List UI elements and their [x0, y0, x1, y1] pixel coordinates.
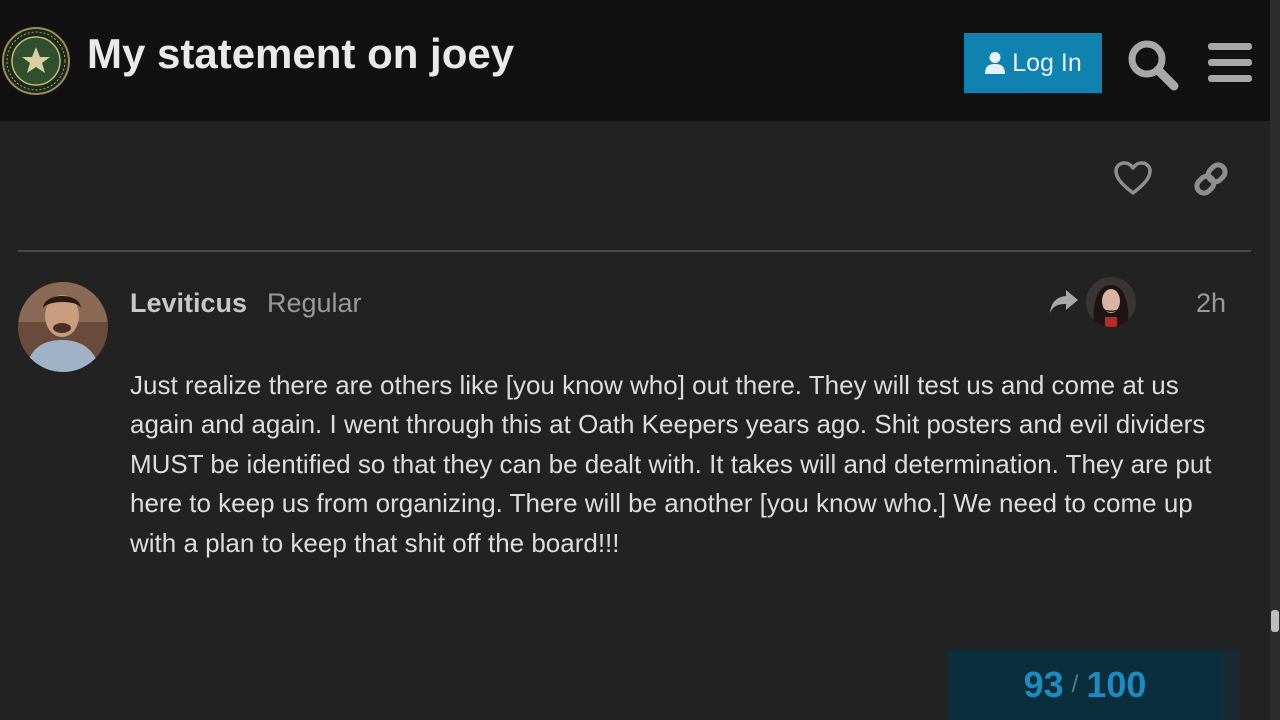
hamburger-menu-button[interactable]: [1206, 41, 1254, 85]
search-button[interactable]: [1124, 36, 1180, 92]
reply-arrow-icon: [1050, 290, 1078, 313]
like-button[interactable]: [1112, 158, 1154, 200]
user-icon: [985, 52, 1006, 74]
topic-progress[interactable]: 93 / 100: [948, 650, 1222, 720]
heart-icon: [1114, 161, 1152, 195]
search-icon: [1128, 40, 1179, 91]
post-divider: [18, 250, 1251, 252]
progress-edge: [1222, 650, 1240, 720]
login-label: Log In: [1012, 48, 1082, 77]
site-logo[interactable]: [2, 27, 70, 95]
user-avatar[interactable]: [18, 282, 108, 372]
scrollbar-thumb[interactable]: [1271, 610, 1279, 632]
progress-separator: /: [1071, 671, 1079, 698]
post-user-title: Regular: [267, 288, 362, 318]
copy-link-button[interactable]: [1190, 158, 1232, 200]
post-date[interactable]: 2h: [1196, 288, 1226, 319]
reply-to-avatar[interactable]: [1086, 277, 1136, 327]
reply-to-indicator[interactable]: [1048, 286, 1080, 318]
hamburger-menu-icon: [1208, 43, 1252, 82]
post-body: Just realize there are others like [you …: [130, 370, 1212, 558]
post-username[interactable]: Leviticus: [130, 288, 247, 319]
topic-title[interactable]: My statement on joey: [87, 30, 514, 78]
link-icon: [1194, 162, 1228, 196]
progress-current: 93: [1023, 664, 1064, 705]
login-button[interactable]: Log In: [964, 33, 1102, 93]
site-header: My statement on joey Log In: [0, 0, 1270, 121]
progress-total: 100: [1086, 664, 1147, 705]
